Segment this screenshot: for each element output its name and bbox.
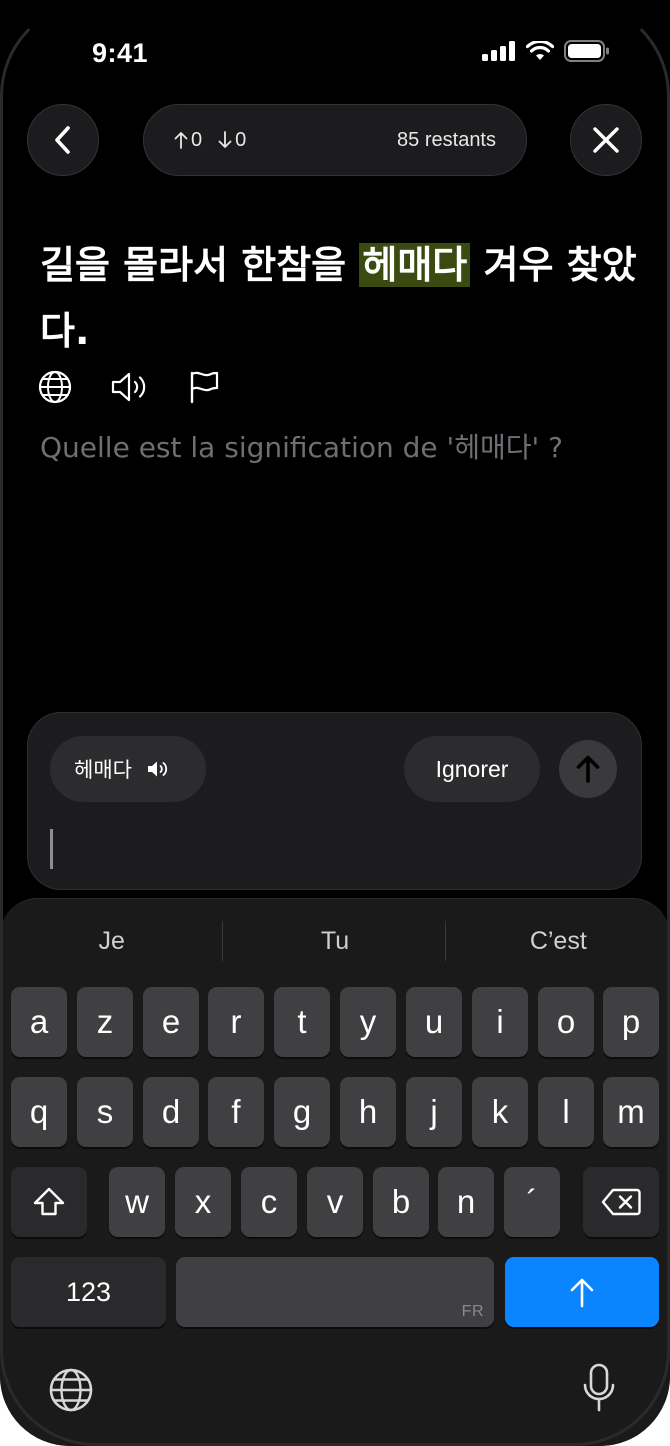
key-d[interactable]: d <box>143 1077 199 1147</box>
key-r[interactable]: r <box>208 987 264 1057</box>
phone-screen: 9:41 0 0 85 restants 길을 몰라서 한참을 헤매다 겨우 찾… <box>0 0 670 1446</box>
key-e[interactable]: e <box>143 987 199 1057</box>
status-icons <box>482 40 610 62</box>
key-acute[interactable]: ´ <box>504 1167 560 1237</box>
microphone-icon[interactable] <box>582 1363 616 1415</box>
suggestion-item[interactable]: Je <box>0 917 223 965</box>
globe-icon[interactable] <box>38 370 72 404</box>
key-j[interactable]: j <box>406 1077 462 1147</box>
suggestion-bar: Je Tu C’est <box>0 917 670 965</box>
up-count: 0 <box>174 129 202 152</box>
key-v[interactable]: v <box>307 1167 363 1237</box>
key-l[interactable]: l <box>538 1077 594 1147</box>
speaker-icon[interactable] <box>110 371 150 403</box>
answer-input-caret[interactable] <box>50 829 53 869</box>
speaker-small-icon <box>147 761 168 777</box>
key-w[interactable]: w <box>109 1167 165 1237</box>
delete-key[interactable] <box>583 1167 659 1237</box>
word-chip-label: 헤매다 <box>74 758 132 782</box>
progress-pill: 0 0 85 restants <box>143 104 527 176</box>
chevron-left-icon <box>55 126 70 154</box>
shift-key[interactable] <box>11 1167 87 1237</box>
signal-icon <box>482 41 515 61</box>
flag-icon[interactable] <box>188 370 220 404</box>
sentence-actions <box>38 370 220 404</box>
send-button[interactable] <box>559 740 617 798</box>
back-button[interactable] <box>27 104 99 176</box>
arrow-up-icon <box>174 132 188 149</box>
key-b[interactable]: b <box>373 1167 429 1237</box>
space-bar[interactable]: FR <box>176 1257 494 1327</box>
suggestion-divider <box>222 921 223 961</box>
key-z[interactable]: z <box>77 987 133 1057</box>
numbers-key[interactable]: 123 <box>11 1257 166 1327</box>
suggestion-divider <box>445 921 446 961</box>
suggestion-item[interactable]: C’est <box>447 917 670 965</box>
wifi-icon <box>526 41 554 60</box>
key-q[interactable]: q <box>11 1077 67 1147</box>
key-c[interactable]: c <box>241 1167 297 1237</box>
key-i[interactable]: i <box>472 987 528 1057</box>
key-x[interactable]: x <box>175 1167 231 1237</box>
sentence: 길을 몰라서 한참을 헤매다 겨우 찾았다. <box>40 232 640 364</box>
key-u[interactable]: u <box>406 987 462 1057</box>
key-h[interactable]: h <box>340 1077 396 1147</box>
key-k[interactable]: k <box>472 1077 528 1147</box>
arrow-up-icon <box>576 755 600 783</box>
close-icon <box>593 127 619 153</box>
suggestion-item[interactable]: Tu <box>223 917 446 965</box>
key-t[interactable]: t <box>274 987 330 1057</box>
remaining-count: 85 restants <box>397 128 496 151</box>
ignore-button[interactable]: Ignorer <box>404 736 540 802</box>
battery-icon <box>564 40 609 62</box>
key-f[interactable]: f <box>208 1077 264 1147</box>
close-button[interactable] <box>570 104 642 176</box>
key-m[interactable]: m <box>603 1077 659 1147</box>
keyboard-language-label: FR <box>461 1303 484 1320</box>
question-text: Quelle est la signification de '헤매다' ? <box>40 431 563 464</box>
answer-card: 헤매다 Ignorer <box>27 712 642 890</box>
word-chip[interactable]: 헤매다 <box>50 736 206 802</box>
key-o[interactable]: o <box>538 987 594 1057</box>
key-s[interactable]: s <box>77 1077 133 1147</box>
key-p[interactable]: p <box>603 987 659 1057</box>
sentence-before: 길을 몰라서 한참을 <box>40 243 360 287</box>
return-key[interactable] <box>505 1257 659 1327</box>
key-g[interactable]: g <box>274 1077 330 1147</box>
shift-icon <box>33 1187 65 1216</box>
arrow-up-icon <box>570 1278 594 1308</box>
arrow-down-icon <box>218 131 232 148</box>
keyboard: Je Tu C’est a z e r t y u i o p q s d f … <box>0 898 670 1446</box>
key-a[interactable]: a <box>11 987 67 1057</box>
status-time: 9:41 <box>92 38 149 68</box>
key-y[interactable]: y <box>340 987 396 1057</box>
key-n[interactable]: n <box>438 1167 494 1237</box>
keyboard-globe-icon[interactable] <box>48 1367 94 1413</box>
highlighted-word[interactable]: 헤매다 <box>359 243 471 287</box>
backspace-icon <box>601 1188 641 1216</box>
down-count: 0 <box>218 129 246 152</box>
